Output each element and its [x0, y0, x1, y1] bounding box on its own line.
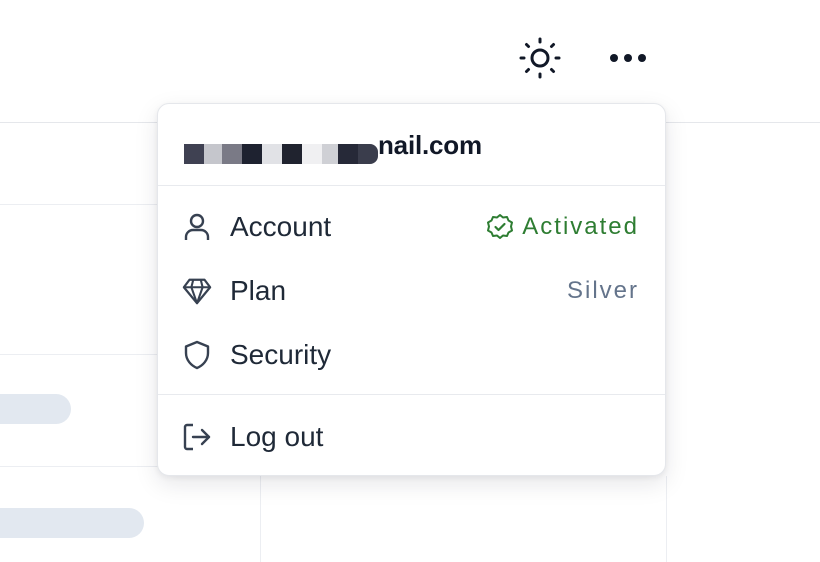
logout-button[interactable]: Log out	[158, 407, 665, 467]
more-options-button[interactable]	[606, 36, 650, 80]
panel-border	[260, 476, 261, 562]
user-email-row: nail.com	[158, 104, 665, 186]
user-menu-dropdown: nail.com Account Activated Plan Silver S…	[157, 103, 666, 476]
user-email: nail.com	[378, 130, 482, 160]
more-horizontal-icon	[610, 54, 646, 62]
menu-item-account[interactable]: Account Activated	[158, 197, 665, 257]
redacted-email-prefix	[184, 144, 378, 164]
menu-item-label: Security	[230, 339, 332, 370]
menu-item-label: Plan	[230, 275, 287, 306]
shield-icon	[182, 340, 212, 370]
status-activated-label: Activated	[522, 213, 639, 240]
skeleton-placeholder	[0, 508, 144, 538]
badge-check-icon	[487, 214, 514, 239]
plan-status: Silver	[566, 277, 639, 304]
menu-item-label: Account	[230, 211, 332, 242]
log-out-icon	[182, 422, 212, 452]
logout-label: Log out	[230, 421, 324, 452]
skeleton-placeholder	[0, 394, 71, 424]
menu-divider	[158, 394, 665, 395]
theme-toggle-button[interactable]	[518, 36, 562, 80]
sun-icon	[519, 37, 561, 79]
diamond-icon	[182, 276, 212, 306]
app-root: nail.com Account Activated Plan Silver S…	[0, 0, 820, 562]
menu-item-plan[interactable]: Plan Silver	[158, 261, 665, 321]
account-status: Activated	[486, 213, 639, 241]
user-icon	[182, 212, 212, 242]
menu-item-security[interactable]: Security	[158, 325, 665, 385]
panel-border	[666, 476, 667, 562]
